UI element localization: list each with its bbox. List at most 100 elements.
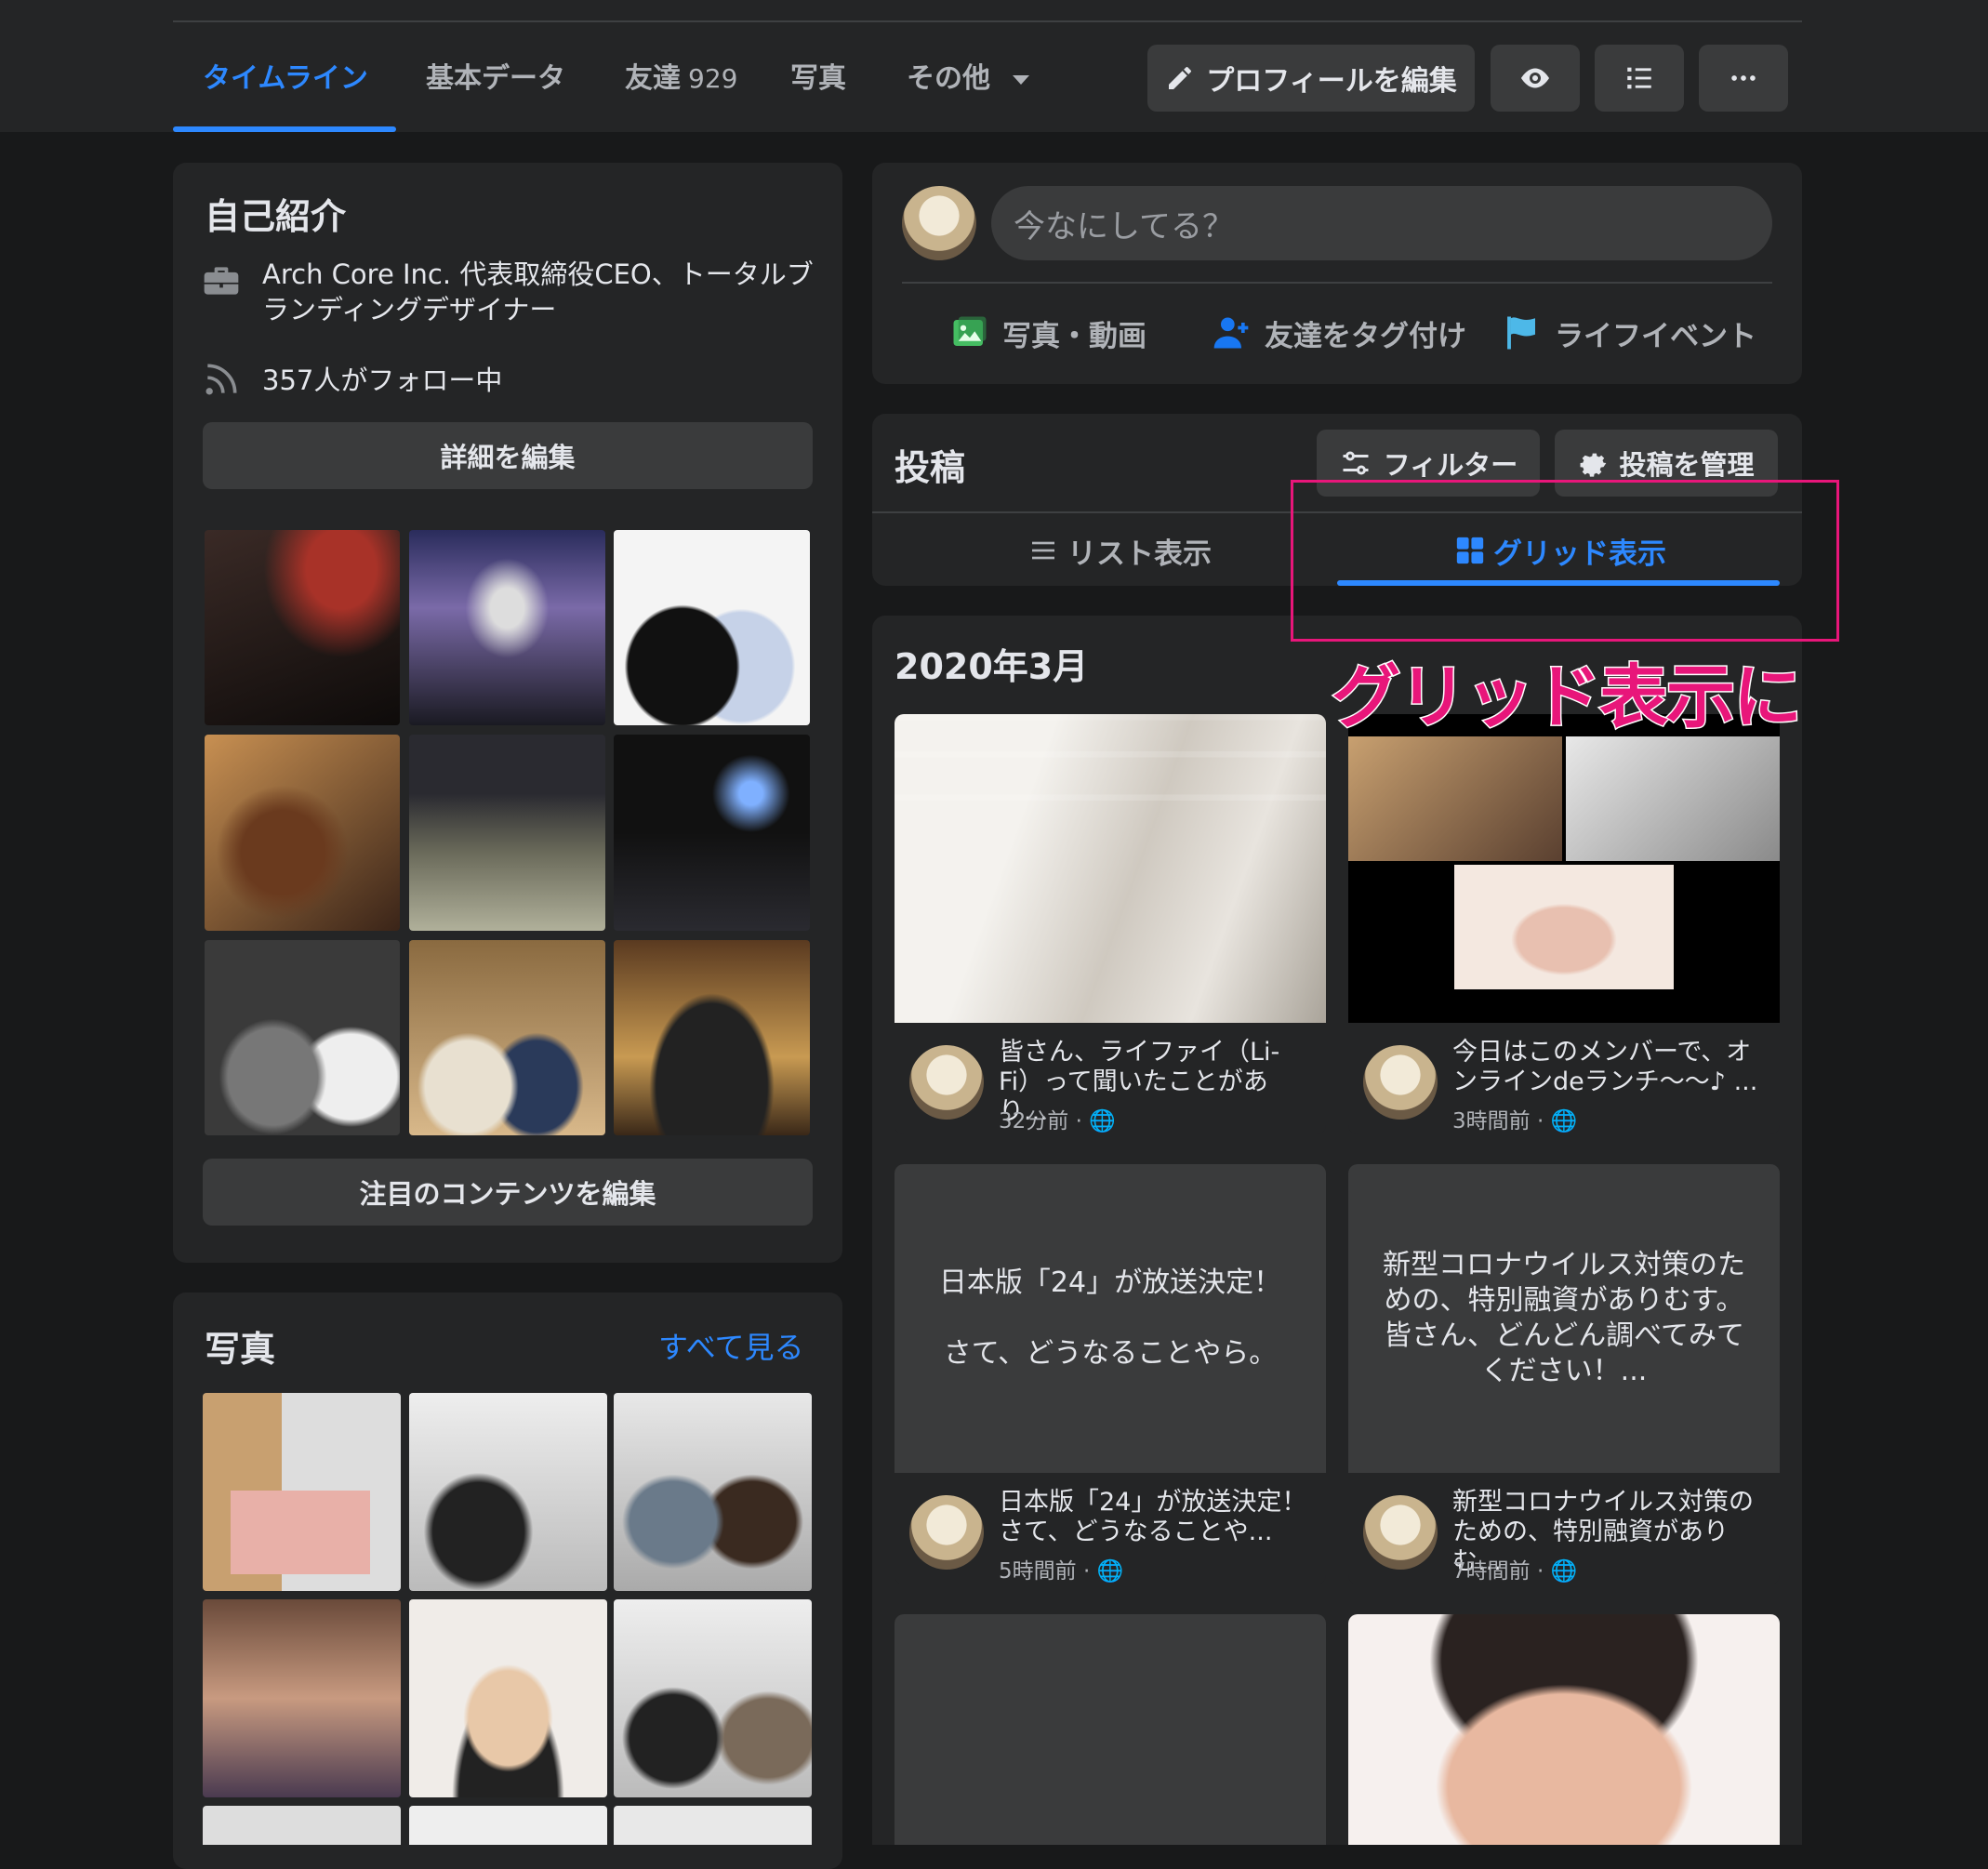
post-image: [895, 1614, 1326, 1845]
photos-title: 写真: [205, 1329, 276, 1370]
briefcase-icon: [204, 267, 239, 295]
edit-featured-label: 注目のコンテンツを編集: [359, 1178, 656, 1210]
view-as-button[interactable]: [1491, 45, 1580, 112]
featured-photo[interactable]: [409, 735, 605, 931]
action-label: 写真・動画: [1002, 319, 1146, 353]
pencil-icon: [1169, 67, 1192, 89]
photo-thumb[interactable]: [203, 1393, 401, 1591]
action-label: 友達をタグ付け: [1265, 319, 1466, 353]
more-options-button[interactable]: [1699, 45, 1788, 112]
featured-photo[interactable]: [205, 940, 400, 1135]
featured-photo[interactable]: [409, 530, 605, 725]
post-image: [1348, 1614, 1780, 1845]
photo-thumb[interactable]: [409, 1806, 607, 1845]
annotation-caption: グリッド表示に: [1331, 656, 1804, 739]
action-label: ライフイベント: [1555, 319, 1756, 353]
globe-icon: 🌐: [1096, 1559, 1124, 1584]
avatar: [909, 1495, 984, 1570]
post-time: 32分前 · 🌐: [999, 1103, 1116, 1134]
post-excerpt: 日本版「24」が放送決定！ さて、どうなることや...: [999, 1488, 1307, 1546]
globe-icon: 🌐: [1089, 1109, 1116, 1133]
grid-post[interactable]: [895, 1614, 1326, 1845]
tag-people-icon: [1213, 317, 1249, 349]
tab-about[interactable]: 基本データ: [426, 56, 565, 102]
photo-thumb[interactable]: [614, 1393, 812, 1591]
tab-label: その他: [907, 62, 990, 95]
edit-profile-button[interactable]: プロフィールを編集: [1147, 45, 1475, 112]
featured-photo[interactable]: [614, 940, 810, 1135]
avatar: [1363, 1045, 1438, 1120]
post-image: [895, 714, 1326, 1023]
tag-friends-action[interactable]: 友達をタグ付け: [1211, 307, 1466, 359]
intro-title: 自己紹介: [205, 196, 347, 237]
activity-log-button[interactable]: [1595, 45, 1684, 112]
flag-icon: [1507, 316, 1535, 350]
tab-photos[interactable]: 写真: [790, 56, 846, 102]
post-time: 5時間前 · 🌐: [999, 1553, 1123, 1584]
tab-label: タイムライン: [203, 62, 368, 95]
post-time: 3時間前 · 🌐: [1452, 1103, 1577, 1134]
post-time-text: 32分前 ·: [999, 1109, 1082, 1133]
text-post-body: 新型コロナウイルス対策のための、特別融資がありむす。 皆さん、どんどん調べてみて…: [1348, 1164, 1780, 1473]
photo-video-action[interactable]: 写真・動画: [950, 307, 1146, 359]
more-dots-icon: [1731, 75, 1756, 81]
annotation-highlight-box: [1291, 480, 1839, 642]
tab-friends[interactable]: 友達 929: [625, 56, 737, 102]
edit-profile-label: プロフィールを編集: [1206, 65, 1457, 98]
edit-details-label: 詳細を編集: [440, 442, 576, 473]
grid-post[interactable]: 今日はこのメンバーで、オンラインdeランチ〜〜♪ ... 3時間前 · 🌐: [1348, 714, 1780, 1134]
featured-photo[interactable]: [614, 530, 810, 725]
list-view-icon: [1032, 541, 1054, 560]
photo-thumb[interactable]: [409, 1599, 607, 1797]
post-time-text: 7時間前 ·: [1452, 1559, 1544, 1584]
photo-icon: [953, 316, 987, 346]
grid-post[interactable]: 日本版「24」が放送決定！ さて、どうなることやら。 日本版「24」が放送決定！…: [895, 1164, 1326, 1584]
post-time: 7時間前 · 🌐: [1452, 1553, 1577, 1584]
see-all-photos-link[interactable]: すべて見る: [658, 1324, 803, 1367]
featured-photo[interactable]: [614, 735, 810, 931]
grid-post[interactable]: 皆さん、ライファイ（Li-Fi）って聞いたことがあり... 32分前 · 🌐: [895, 714, 1326, 1134]
featured-photo[interactable]: [409, 940, 605, 1135]
work-info: Arch Core Inc. 代表取締役CEO、トータルブランディングデザイナー: [262, 258, 814, 325]
filter-sliders-icon: [1343, 451, 1369, 475]
life-event-action[interactable]: ライフイベント: [1503, 307, 1756, 359]
photo-thumb[interactable]: [614, 1599, 812, 1797]
avatar[interactable]: [902, 186, 976, 260]
edit-featured-button[interactable]: 注目のコンテンツを編集: [203, 1159, 813, 1226]
divider: [902, 282, 1772, 284]
month-heading: 2020年3月: [895, 646, 1089, 687]
photo-thumb[interactable]: [409, 1393, 607, 1591]
edit-details-button[interactable]: 詳細を編集: [203, 422, 813, 489]
manage-posts-label: 投稿を管理: [1619, 449, 1755, 481]
rss-follow-icon: [205, 364, 237, 395]
globe-icon: 🌐: [1550, 1559, 1578, 1584]
status-placeholder: 今なにしてる？: [1014, 207, 1234, 245]
followers-count: 357人がフォロー中: [262, 365, 503, 396]
grid-post[interactable]: 新型コロナウイルス対策のための、特別融資がありむす。 皆さん、どんどん調べてみて…: [1348, 1164, 1780, 1584]
filter-label: フィルター: [1383, 449, 1518, 481]
photo-thumb[interactable]: [614, 1806, 812, 1845]
post-time-text: 3時間前 ·: [1452, 1109, 1544, 1133]
status-input[interactable]: 今なにしてる？: [991, 186, 1772, 260]
featured-photo[interactable]: [205, 735, 400, 931]
tab-timeline[interactable]: タイムライン: [203, 56, 368, 102]
gear-icon: [1581, 453, 1607, 477]
tab-list-view[interactable]: リスト表示: [1028, 526, 1212, 575]
active-tab-indicator: [173, 126, 396, 132]
photo-thumb[interactable]: [203, 1806, 401, 1845]
list-view-label: リスト表示: [1067, 537, 1212, 571]
post-image: [1348, 714, 1780, 1023]
divider: [173, 20, 1802, 22]
featured-photo[interactable]: [205, 530, 400, 725]
eye-icon: [1521, 68, 1549, 88]
photo-thumb[interactable]: [203, 1599, 401, 1797]
tab-label: 写真: [790, 62, 846, 95]
globe-icon: 🌐: [1550, 1109, 1578, 1133]
tab-more[interactable]: その他: [907, 56, 1030, 102]
text-post-body: 日本版「24」が放送決定！ さて、どうなることやら。: [895, 1164, 1326, 1473]
post-excerpt: 今日はこのメンバーで、オンラインdeランチ〜〜♪ ...: [1452, 1038, 1758, 1096]
caret-down-icon: [1013, 74, 1030, 85]
grid-post[interactable]: [1348, 1614, 1780, 1845]
post-time-text: 5時間前 ·: [999, 1559, 1091, 1584]
avatar: [1363, 1495, 1438, 1570]
